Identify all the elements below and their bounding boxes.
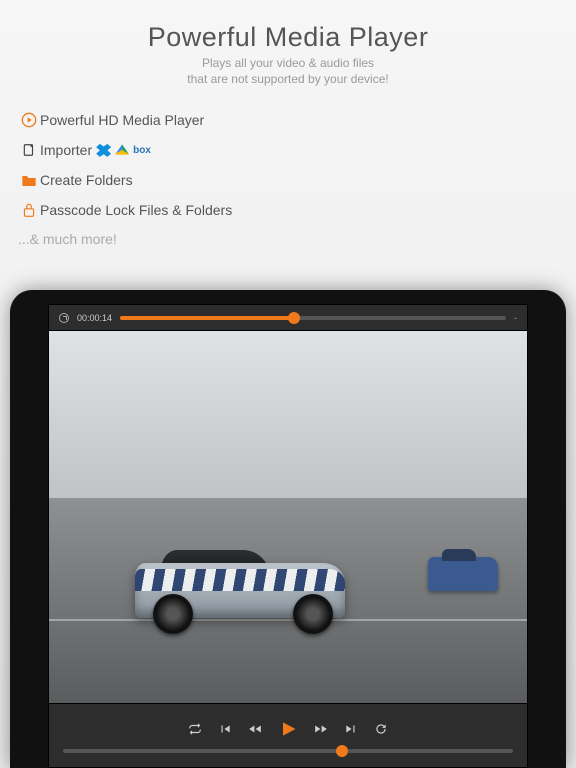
- box-icon: box: [133, 145, 151, 156]
- feature-label: Importer: [40, 142, 92, 158]
- play-button[interactable]: [278, 719, 298, 739]
- subtitle-line2: that are not supported by your device!: [0, 71, 576, 87]
- player-bottom-bar: [49, 703, 527, 767]
- google-drive-icon: [115, 144, 129, 156]
- shuffle-button[interactable]: [374, 722, 388, 736]
- repeat-button[interactable]: [188, 722, 202, 736]
- header: Powerful Media Player Plays all your vid…: [0, 0, 576, 87]
- more-text: ...& much more!: [18, 231, 576, 247]
- fast-forward-button[interactable]: [314, 722, 328, 736]
- tablet-mockup: 00:00:14 -: [10, 290, 566, 768]
- player-top-bar: 00:00:14 -: [49, 305, 527, 331]
- lock-icon: [18, 202, 40, 218]
- feature-passcode: Passcode Lock Files & Folders: [18, 195, 576, 225]
- skip-forward-button[interactable]: [344, 722, 358, 736]
- subtitle-line1: Plays all your video & audio files: [0, 55, 576, 71]
- seek-knob[interactable]: [288, 312, 300, 324]
- feature-label: Powerful HD Media Player: [40, 112, 204, 128]
- elapsed-time: 00:00:14: [77, 313, 112, 323]
- feature-list: Powerful HD Media Player Importer box Cr…: [18, 105, 576, 225]
- seek-bar-bottom[interactable]: [63, 749, 513, 753]
- player-screen: 00:00:14 -: [48, 304, 528, 768]
- folder-icon: [18, 173, 40, 187]
- rewind-button[interactable]: [248, 722, 262, 736]
- feature-label: Passcode Lock Files & Folders: [40, 202, 232, 218]
- skip-back-button[interactable]: [218, 722, 232, 736]
- feature-create-folders: Create Folders: [18, 165, 576, 195]
- volume-knob[interactable]: [336, 745, 348, 757]
- feature-importer: Importer box: [18, 135, 576, 165]
- dropbox-icon: [96, 144, 111, 157]
- seek-progress: [120, 316, 294, 320]
- page-title: Powerful Media Player: [0, 22, 576, 53]
- remaining-time: -: [514, 313, 517, 323]
- video-police-car-graphic: [428, 557, 498, 591]
- clock-icon: [59, 313, 69, 323]
- feature-label: Create Folders: [40, 172, 133, 188]
- video-car-graphic: [135, 526, 345, 636]
- import-icon: [18, 143, 40, 157]
- feature-hd-player: Powerful HD Media Player: [18, 105, 576, 135]
- play-circle-icon: [18, 112, 40, 128]
- video-frame[interactable]: [49, 331, 527, 703]
- seek-bar-top[interactable]: [120, 316, 506, 320]
- cloud-services: box: [96, 144, 151, 157]
- playback-controls: [188, 719, 388, 739]
